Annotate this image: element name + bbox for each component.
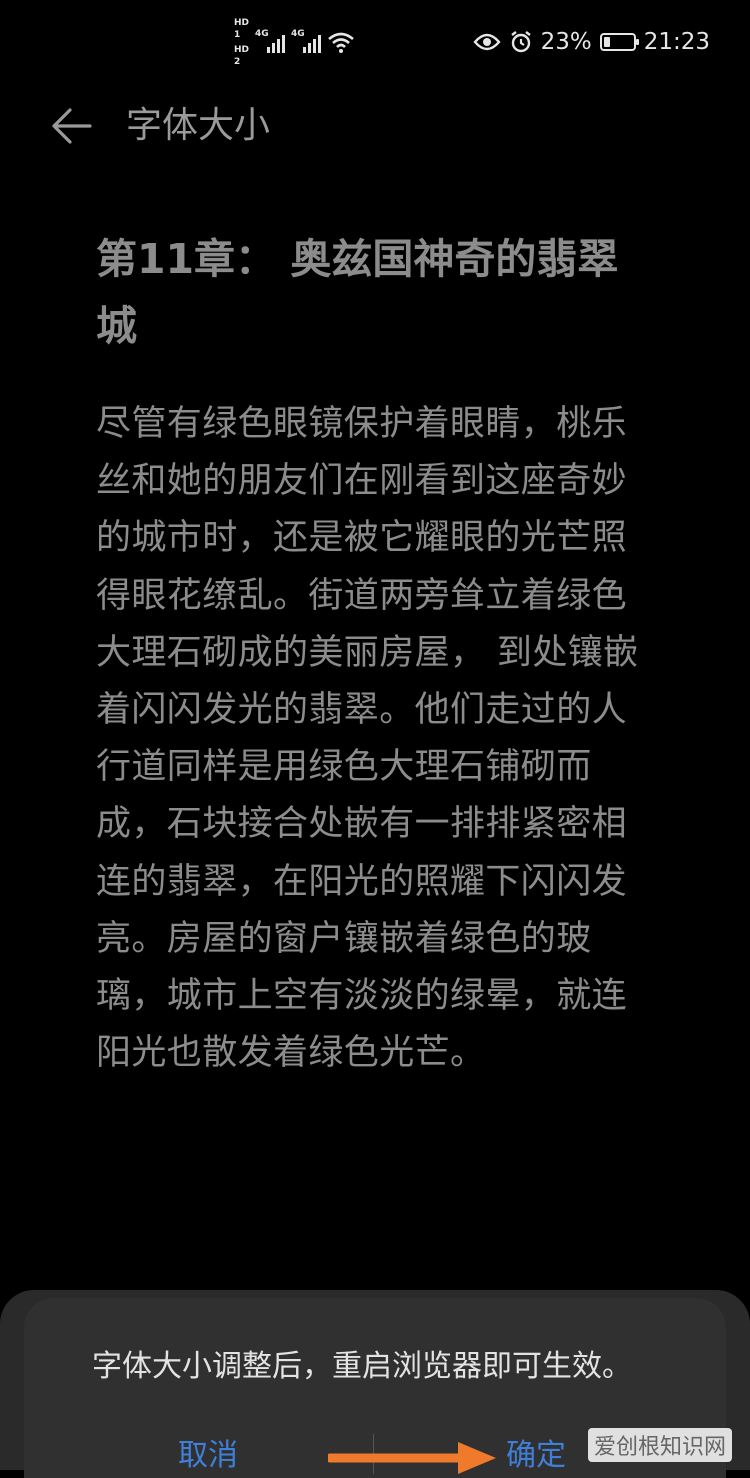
hd-indicator: HD 1 HD 2: [234, 17, 249, 68]
sim2-label: 2: [234, 56, 241, 67]
dialog-message: 字体大小调整后，重启浏览器即可生效。: [92, 1349, 632, 1384]
battery-fill: [603, 37, 610, 47]
page-title: 字体大小: [126, 105, 271, 146]
hd-label-bottom: HD: [234, 44, 250, 55]
eye-comfort-icon: [472, 33, 501, 51]
back-arrow-icon: [52, 108, 92, 144]
alarm-icon: [510, 31, 531, 53]
preview-chapter-title: 第11章： 奥兹国神奇的翡翠城: [96, 235, 619, 350]
preview-body-text: 尽管有绿色眼镜保护着眼睛，桃乐丝和她的朋友们在刚看到这座奇妙的城市时，还是被它耀…: [96, 404, 639, 1074]
status-bar: HD 1 HD 2 4G 4G 23% 21:23: [0, 0, 750, 84]
battery-percent: 23%: [540, 29, 592, 55]
cancel-button[interactable]: 取消: [178, 1436, 238, 1476]
network-type-1: 4G: [255, 29, 269, 39]
watermark: 爱创根知识网: [587, 1428, 732, 1462]
signal-icon-2: 4G: [291, 29, 322, 53]
hd-label-top: HD: [234, 17, 250, 28]
sim1-label: 1: [234, 29, 241, 40]
confirm-button[interactable]: 确定: [506, 1436, 566, 1476]
status-bar-left: HD 1 HD 2 4G 4G: [234, 18, 355, 67]
back-button[interactable]: [44, 102, 96, 150]
battery-icon: [599, 33, 639, 51]
clock: 21:23: [643, 29, 710, 55]
wifi-icon: [328, 32, 354, 53]
status-bar-right: 23% 21:23: [472, 24, 710, 60]
signal-icon: 4G: [255, 29, 286, 53]
annotation-arrow-icon: [328, 1442, 496, 1474]
app-bar: 字体大小: [0, 84, 750, 168]
network-type-2: 4G: [291, 29, 305, 39]
